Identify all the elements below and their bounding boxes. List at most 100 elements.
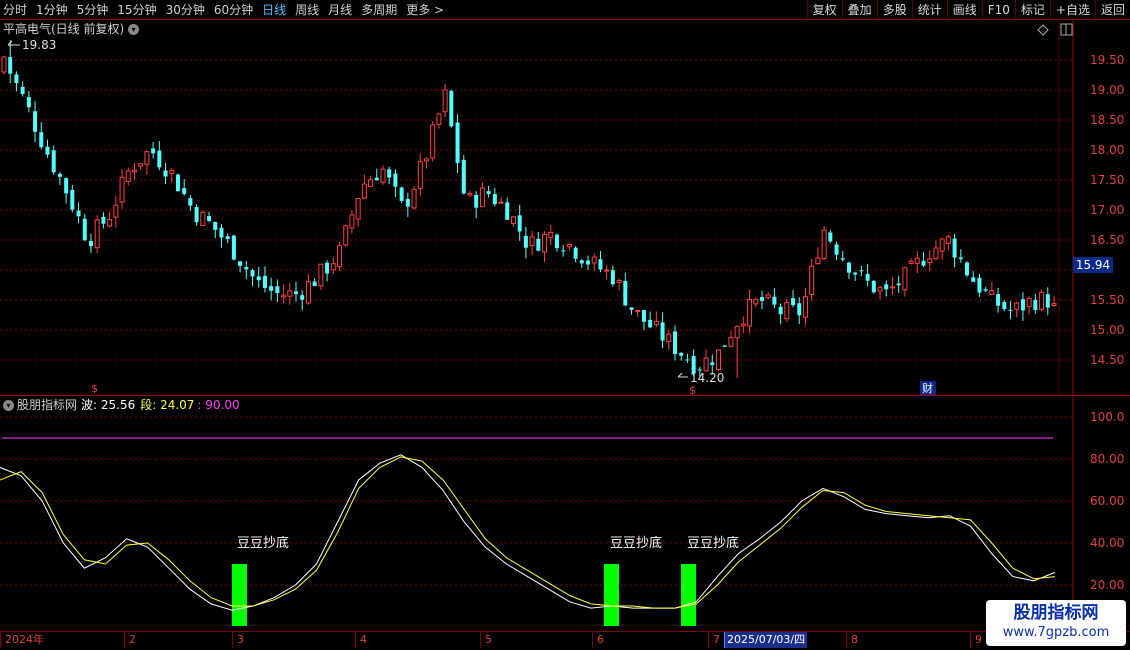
candlestick[interactable] bbox=[1026, 296, 1032, 315]
candlestick[interactable] bbox=[591, 253, 597, 271]
multi-stock-button[interactable]: 多股 bbox=[876, 0, 912, 20]
candlestick[interactable] bbox=[1039, 289, 1045, 312]
candlestick[interactable] bbox=[884, 280, 889, 297]
add-watchlist-button[interactable]: +自选 bbox=[1049, 0, 1095, 20]
candlestick[interactable] bbox=[536, 231, 541, 252]
candlestick[interactable] bbox=[529, 230, 535, 256]
candlestick[interactable] bbox=[94, 215, 100, 254]
candlestick[interactable] bbox=[318, 263, 324, 291]
tab-1min[interactable]: 1分钟 bbox=[36, 2, 68, 18]
candlestick[interactable] bbox=[163, 162, 168, 185]
candlestick[interactable] bbox=[498, 196, 504, 204]
indicator-dropdown-icon[interactable]: ▾ bbox=[3, 399, 14, 411]
candlestick[interactable] bbox=[598, 250, 603, 273]
candlestick[interactable] bbox=[361, 174, 367, 200]
candlestick[interactable] bbox=[579, 259, 584, 268]
candlestick[interactable] bbox=[39, 121, 44, 150]
candlestick[interactable] bbox=[330, 257, 336, 275]
candlestick[interactable] bbox=[902, 266, 908, 297]
candlestick[interactable] bbox=[853, 271, 858, 281]
candlestick[interactable] bbox=[561, 245, 566, 257]
tab-weekly[interactable]: 周线 bbox=[295, 2, 319, 18]
candlestick[interactable] bbox=[889, 277, 895, 295]
candlestick[interactable] bbox=[983, 286, 988, 293]
mark-button[interactable]: 标记 bbox=[1014, 0, 1050, 20]
candlestick[interactable] bbox=[828, 229, 833, 244]
candlestick[interactable] bbox=[70, 184, 75, 213]
candlestick[interactable] bbox=[119, 169, 125, 209]
tab-30min[interactable]: 30分钟 bbox=[166, 2, 205, 18]
candlestick[interactable] bbox=[939, 237, 945, 260]
candlestick[interactable] bbox=[430, 121, 436, 162]
candlestick[interactable] bbox=[374, 168, 379, 181]
candlestick[interactable] bbox=[294, 281, 299, 302]
candlestick[interactable] bbox=[107, 211, 113, 228]
candlestick[interactable] bbox=[207, 211, 212, 223]
candlestick[interactable] bbox=[113, 195, 119, 228]
candlestick[interactable] bbox=[958, 249, 963, 263]
candlestick[interactable] bbox=[802, 288, 808, 326]
candlestick[interactable] bbox=[573, 246, 578, 263]
adjust-button[interactable]: 复权 bbox=[806, 0, 842, 20]
candlestick[interactable] bbox=[64, 177, 69, 204]
candlestick[interactable] bbox=[82, 213, 87, 242]
candlestick[interactable] bbox=[1045, 287, 1050, 316]
candlestick[interactable] bbox=[157, 141, 162, 171]
candlestick[interactable] bbox=[865, 264, 870, 287]
finance-marker-icon[interactable]: 财 bbox=[922, 381, 933, 395]
candlestick[interactable] bbox=[1051, 296, 1057, 307]
candlestick[interactable] bbox=[728, 330, 734, 348]
candlestick[interactable] bbox=[287, 282, 293, 305]
candlestick[interactable] bbox=[417, 153, 423, 196]
tab-intraday[interactable]: 分时 bbox=[3, 2, 27, 18]
candlestick[interactable] bbox=[834, 241, 839, 261]
candlestick[interactable] bbox=[88, 233, 93, 254]
candlestick[interactable] bbox=[715, 349, 721, 372]
candlestick[interactable] bbox=[797, 297, 802, 325]
candlestick[interactable] bbox=[505, 197, 510, 220]
candlestick[interactable] bbox=[8, 40, 13, 84]
candlestick[interactable] bbox=[144, 150, 150, 175]
candlestick[interactable] bbox=[1020, 292, 1025, 321]
candlestick[interactable] bbox=[703, 348, 709, 372]
candlestick[interactable] bbox=[175, 173, 180, 192]
candlestick[interactable] bbox=[405, 192, 410, 218]
candlestick[interactable] bbox=[131, 162, 137, 180]
candlestick[interactable] bbox=[977, 273, 982, 297]
candlestick[interactable] bbox=[965, 261, 970, 278]
candlestick[interactable] bbox=[996, 287, 1001, 313]
candlestick[interactable] bbox=[840, 250, 845, 262]
candlestick[interactable] bbox=[809, 258, 815, 301]
back-button[interactable]: 返回 bbox=[1094, 0, 1130, 20]
candlestick[interactable] bbox=[566, 243, 572, 251]
candlestick[interactable] bbox=[927, 250, 933, 272]
candlestick[interactable] bbox=[1002, 300, 1007, 312]
candlestick[interactable] bbox=[616, 278, 622, 291]
tab-monthly[interactable]: 月线 bbox=[328, 2, 352, 18]
candlestick[interactable] bbox=[449, 89, 454, 128]
candlestick[interactable] bbox=[194, 204, 199, 226]
candlestick[interactable] bbox=[20, 81, 25, 97]
candlestick[interactable] bbox=[673, 325, 678, 361]
candlestick[interactable] bbox=[722, 345, 727, 348]
candlestick[interactable] bbox=[1008, 301, 1013, 320]
candlestick[interactable] bbox=[393, 169, 398, 197]
candlestick[interactable] bbox=[635, 309, 641, 317]
candlestick[interactable] bbox=[26, 90, 31, 113]
candlestick[interactable] bbox=[33, 101, 38, 143]
candlestick[interactable] bbox=[1033, 293, 1038, 314]
dividend-marker-icon[interactable]: $ bbox=[689, 384, 696, 395]
candlestick[interactable] bbox=[685, 353, 690, 363]
candlestick[interactable] bbox=[945, 234, 951, 251]
candlestick[interactable] bbox=[846, 261, 851, 280]
candlestick[interactable] bbox=[759, 290, 764, 310]
candlestick[interactable] bbox=[896, 275, 901, 293]
tab-daily[interactable]: 日线 bbox=[262, 2, 286, 18]
candlestick[interactable] bbox=[188, 195, 193, 211]
candlestick[interactable] bbox=[778, 303, 783, 325]
candlestick[interactable] bbox=[821, 226, 827, 261]
candlestick[interactable] bbox=[151, 142, 156, 159]
candlestick[interactable] bbox=[765, 292, 771, 300]
candlestick[interactable] bbox=[281, 284, 287, 303]
candlestick[interactable] bbox=[101, 212, 106, 229]
